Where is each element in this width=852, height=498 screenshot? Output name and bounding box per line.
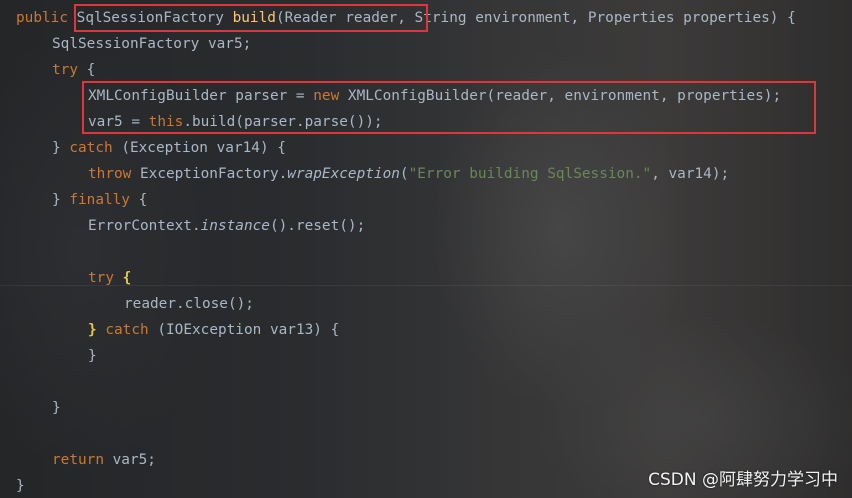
code-line-9: ErrorContext.instance().reset(); [88, 213, 365, 239]
code-line-3: try { [52, 57, 95, 83]
keyword-catch: catch [69, 140, 113, 156]
code-text: ErrorContext. [88, 218, 201, 234]
code-line-7: throw ExceptionFactory.wrapException("Er… [88, 161, 729, 187]
background-overlay [0, 0, 852, 498]
static-method-call: instance [200, 218, 270, 234]
highlight-box-parser [82, 81, 816, 134]
code-text: } [52, 192, 70, 208]
code-text: (Exception var14) { [112, 140, 286, 156]
csdn-watermark: CSDN @阿肆努力学习中 [648, 470, 838, 490]
keyword-catch: catch [105, 322, 149, 338]
code-text: ExceptionFactory. [131, 166, 288, 182]
code-editor: public SqlSessionFactory build(Reader re… [0, 0, 852, 498]
static-method-call: wrapException [287, 166, 400, 182]
keyword-try: try [88, 270, 114, 286]
code-text: { [78, 62, 96, 78]
code-line-11: reader.close(); [124, 296, 254, 312]
code-line-8: } finally { [52, 187, 147, 213]
matched-brace: { [122, 270, 132, 286]
code-text: } [52, 140, 70, 156]
code-line-15: return var5; [52, 447, 156, 473]
keyword-return: return [52, 452, 104, 468]
code-line-2: SqlSessionFactory var5; [52, 36, 252, 52]
highlight-box-signature [74, 4, 428, 32]
code-line-16: } [16, 478, 25, 494]
code-line-10: try { [88, 265, 131, 291]
code-text: (IOException var13) { [148, 322, 340, 338]
string-literal: "Error building SqlSession." [408, 166, 652, 182]
matched-brace: } [88, 322, 97, 338]
code-text: var5; [103, 452, 156, 468]
code-line-14: } [52, 400, 61, 416]
code-text: , var14); [651, 166, 730, 182]
code-line-12: } catch (IOException var13) { [88, 317, 339, 343]
code-text: ().reset(); [269, 218, 366, 234]
code-text: { [129, 192, 148, 208]
keyword-finally: finally [69, 192, 130, 208]
code-line-13: } [88, 348, 97, 364]
keyword-public: public [16, 10, 77, 26]
keyword-throw: throw [88, 166, 132, 182]
keyword-try: try [52, 62, 78, 78]
code-text: ( [399, 166, 409, 182]
code-line-6: } catch (Exception var14) { [52, 135, 286, 161]
